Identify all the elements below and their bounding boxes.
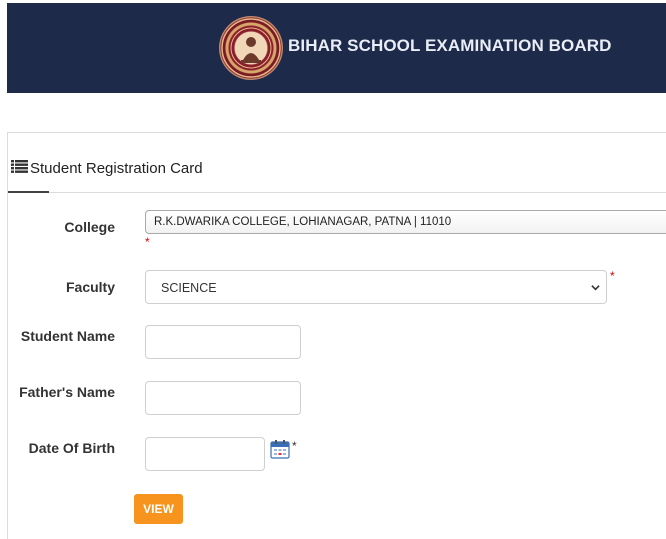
dob-label: Date Of Birth bbox=[28, 440, 115, 456]
faculty-label: Faculty bbox=[65, 279, 115, 295]
college-selected-value: R.K.DWARIKA COLLEGE, LOHIANAGAR, PATNA |… bbox=[154, 216, 452, 228]
card-title-text: Student Registration Card bbox=[30, 160, 203, 177]
card-header: Student Registration Card bbox=[8, 133, 666, 193]
fathers-name-label: Father's Name bbox=[19, 384, 115, 400]
college-select[interactable]: R.K.DWARIKA COLLEGE, LOHIANAGAR, PATNA |… bbox=[145, 210, 666, 234]
registration-card: Student Registration Card College R.K.DW… bbox=[7, 132, 666, 539]
site-title: BIHAR SCHOOL EXAMINATION BOARD bbox=[288, 36, 612, 55]
college-label: College bbox=[64, 219, 115, 235]
student-name-input[interactable] bbox=[145, 325, 301, 359]
card-title: Student Registration Card bbox=[11, 160, 203, 177]
view-button[interactable]: VIEW bbox=[134, 494, 183, 524]
card-title-underline bbox=[8, 191, 49, 193]
dob-required-mark: * bbox=[292, 439, 297, 453]
faculty-select[interactable]: SCIENCE bbox=[145, 270, 607, 304]
fathers-name-input[interactable] bbox=[145, 381, 301, 415]
student-name-label: Student Name bbox=[20, 328, 115, 344]
college-required-mark: * bbox=[145, 235, 150, 249]
faculty-required-mark: * bbox=[610, 269, 615, 283]
site-header: BIHAR SCHOOL EXAMINATION BOARD bbox=[7, 3, 666, 93]
list-icon bbox=[11, 160, 28, 177]
calendar-icon[interactable] bbox=[270, 439, 290, 459]
bseb-seal-logo bbox=[219, 16, 283, 80]
faculty-selected-value: SCIENCE bbox=[161, 281, 217, 295]
chevron-down-icon bbox=[591, 285, 600, 291]
dob-input[interactable] bbox=[145, 437, 265, 471]
